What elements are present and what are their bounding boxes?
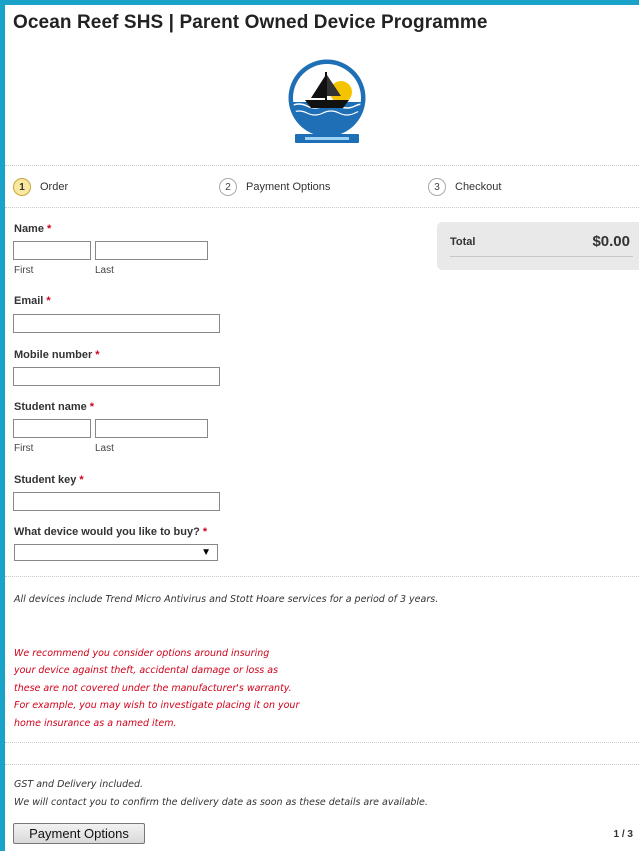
name-first-input[interactable] [13,241,91,260]
student-first-name-input[interactable] [13,419,91,438]
divider [5,207,639,208]
divider [5,742,639,743]
dropdown-arrow-icon: ▼ [201,547,211,558]
required-marker: * [95,349,100,361]
step-label-payment-options: Payment Options [246,181,331,193]
mobile-number-field[interactable] [13,367,220,386]
student-first-sublabel: First [14,443,34,454]
required-marker: * [202,526,208,538]
divider [5,165,639,166]
payment-options-button[interactable]: Payment Options [13,823,145,844]
required-marker: * [46,295,51,307]
insurance-warning: We recommend you consider options around… [14,648,300,729]
mobile-number-label: Mobile number * [14,349,100,361]
name-label: Name * [14,223,52,235]
name-last-input[interactable] [95,241,208,260]
student-last-name-input[interactable] [95,419,208,438]
student-name-label: Student name * [14,401,95,413]
step-checkout[interactable]: 3 Checkout [428,178,501,196]
device-select[interactable]: ▼ [14,544,218,561]
name-first-sublabel: First [14,265,34,276]
step-payment-options[interactable]: 2 Payment Options [219,178,330,196]
student-last-sublabel: Last [95,443,114,454]
step-number-2: 2 [219,178,237,196]
total-label: Total [450,236,476,248]
step-label-order: Order [40,181,69,193]
total-value: $0.00 [592,233,630,250]
form-page: Ocean Reef SHS | Parent Owned Device Pro… [5,5,639,851]
summary-divider [450,256,633,257]
required-marker: * [47,223,52,235]
antivirus-note: All devices include Trend Micro Antiviru… [14,594,439,605]
student-key-field[interactable] [13,492,220,511]
student-key-label: Student key * [14,474,84,486]
divider [5,576,639,577]
step-number-1: 1 [13,178,31,196]
gst-note: GST and Delivery included. [14,779,144,790]
page-indicator: 1 / 3 [613,829,633,840]
step-label-checkout: Checkout [455,181,502,193]
page-title: Ocean Reef SHS | Parent Owned Device Pro… [13,12,488,33]
order-summary: Total $0.00 [437,222,639,270]
name-last-sublabel: Last [95,265,114,276]
required-marker: * [89,401,95,413]
email-label: Email * [14,295,51,307]
step-order[interactable]: 1 Order [13,178,68,196]
school-crest-logo [288,59,366,143]
email-field[interactable] [13,314,220,333]
divider [5,764,639,765]
required-marker: * [79,474,84,486]
device-label: What device would you like to buy? * [14,526,208,538]
step-number-3: 3 [428,178,446,196]
delivery-contact-note: We will contact you to confirm the deliv… [14,797,428,808]
